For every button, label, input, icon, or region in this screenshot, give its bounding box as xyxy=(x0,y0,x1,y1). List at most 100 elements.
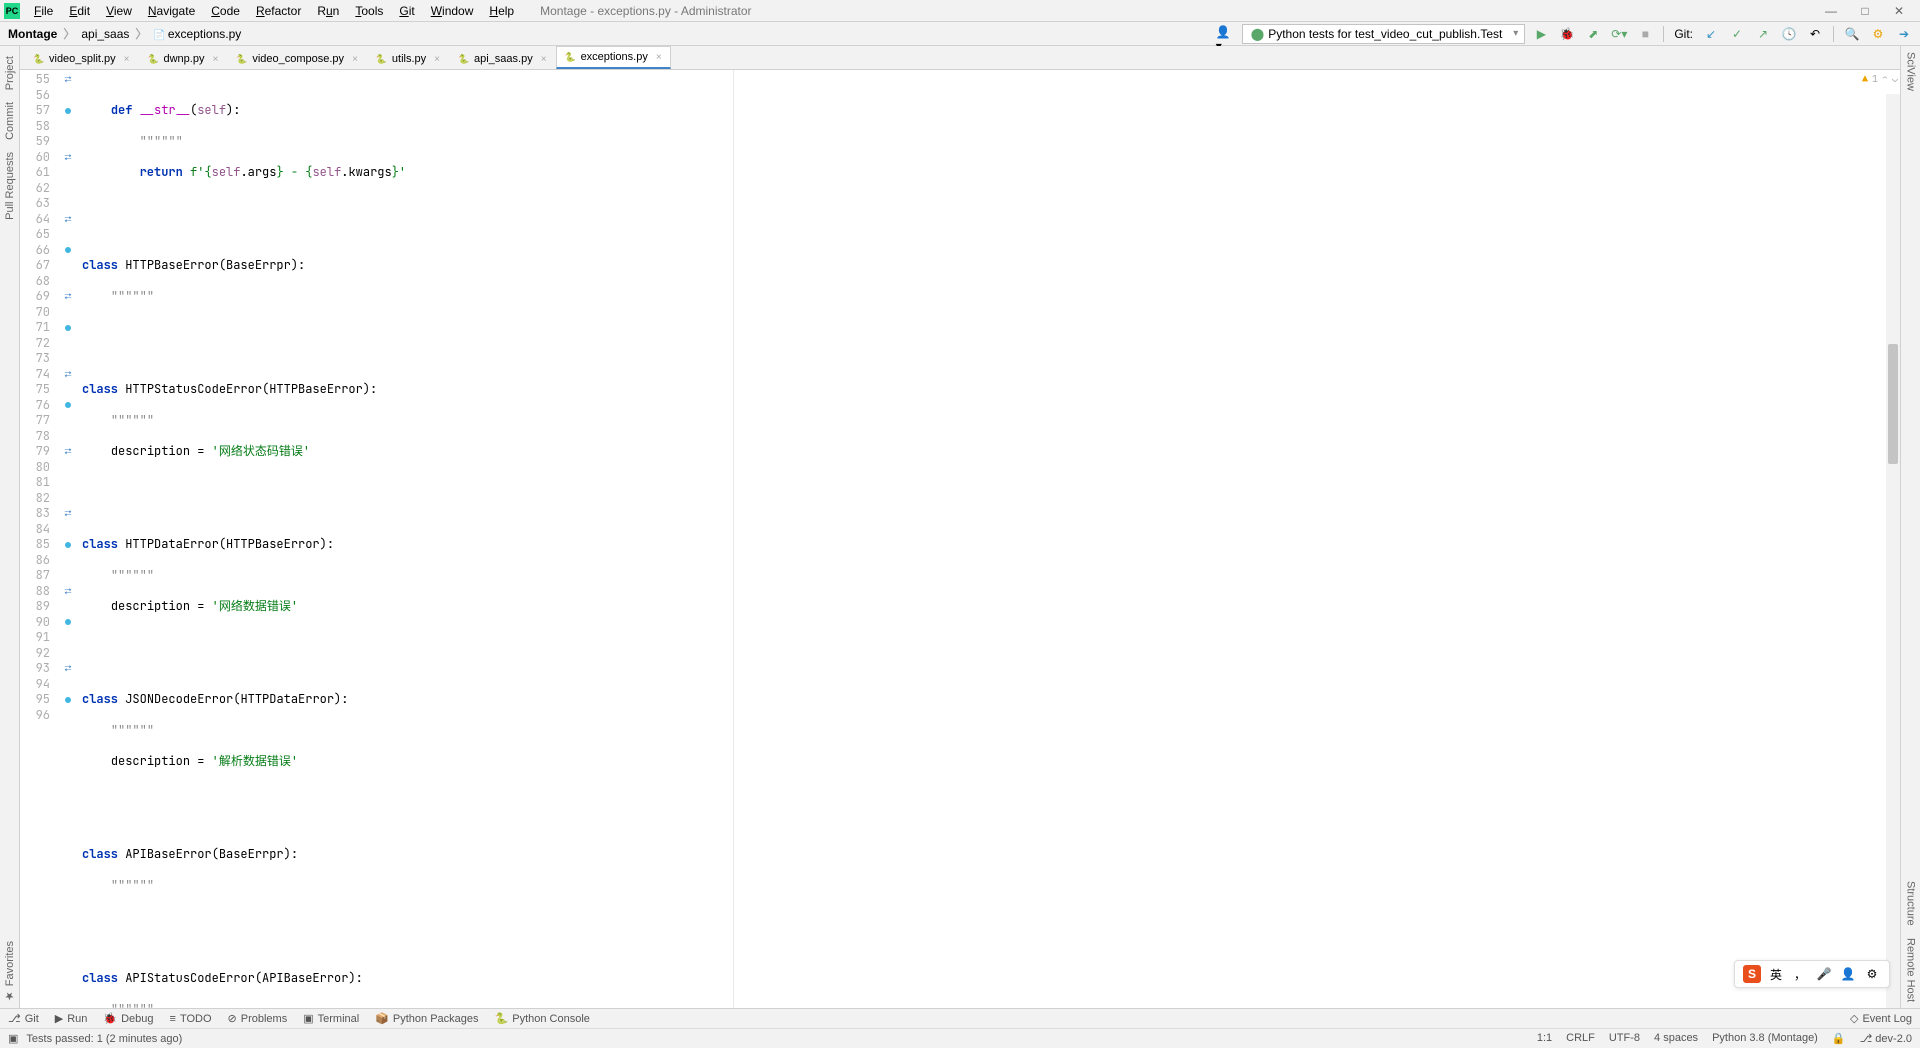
toolbar-separator xyxy=(1833,26,1834,42)
breadcrumb-sep: 〉 xyxy=(135,25,147,42)
python-file-icon xyxy=(33,53,45,65)
breadcrumb-file[interactable]: exceptions.py xyxy=(153,27,241,41)
profile-button[interactable]: ⟳▾ xyxy=(1611,26,1627,42)
event-log[interactable]: ◇ Event Log xyxy=(1850,1012,1912,1025)
toolbar-separator xyxy=(1663,26,1664,42)
ime-tools-icon[interactable]: ⚙ xyxy=(1863,965,1881,983)
menu-help[interactable]: Help xyxy=(483,2,520,20)
status-right: 1:1 CRLF UTF-8 4 spaces Python 3.8 (Mont… xyxy=(1537,1032,1912,1045)
menu-file[interactable]: File xyxy=(28,2,59,20)
toolwin-run[interactable]: ▶ Run xyxy=(55,1012,88,1025)
toolwin-problems[interactable]: ⊘ Problems xyxy=(228,1012,288,1025)
ime-sogou-icon[interactable]: S xyxy=(1743,965,1761,983)
tab-close-icon[interactable]: × xyxy=(434,54,440,65)
ime-user-icon[interactable]: 👤 xyxy=(1839,965,1857,983)
status-indent[interactable]: 4 spaces xyxy=(1654,1032,1698,1045)
menu-refactor[interactable]: Refactor xyxy=(250,2,307,20)
run-config-selector[interactable]: ⬤ Python tests for test_video_cut_publis… xyxy=(1242,24,1526,44)
menu-run[interactable]: Run xyxy=(311,2,345,20)
menu-code[interactable]: Code xyxy=(205,2,246,20)
status-bar: ▣ Tests passed: 1 (2 minutes ago) 1:1 CR… xyxy=(0,1028,1920,1048)
tab-exceptions[interactable]: exceptions.py× xyxy=(556,46,671,69)
rail-remote-host[interactable]: Remote Host xyxy=(1905,932,1917,1008)
app-icon: PC xyxy=(4,3,20,19)
navigation-bar: Montage 〉 api_saas 〉 exceptions.py 👤▾ ⬤ … xyxy=(0,22,1920,46)
toolwin-todo[interactable]: ≡ TODO xyxy=(170,1013,212,1025)
tab-video-compose[interactable]: video_compose.py× xyxy=(227,48,367,69)
vertical-scrollbar[interactable] xyxy=(1886,94,1900,1008)
search-everywhere-icon[interactable]: 🔍 xyxy=(1844,26,1860,42)
git-commit-icon[interactable]: ✓ xyxy=(1729,26,1745,42)
ide-settings-icon[interactable]: ⚙ xyxy=(1870,26,1886,42)
menu-view[interactable]: View xyxy=(100,2,138,20)
line-gutter: 5556575859606162636465666768697071727374… xyxy=(20,70,58,1008)
toolwin-git[interactable]: ⎇ Git xyxy=(8,1012,39,1025)
breadcrumb-sep: 〉 xyxy=(63,25,75,42)
status-interpreter[interactable]: Python 3.8 (Montage) xyxy=(1712,1032,1818,1045)
toolwin-console[interactable]: 🐍 Python Console xyxy=(495,1012,590,1025)
rail-structure[interactable]: Structure xyxy=(1905,875,1917,932)
menu-edit[interactable]: Edit xyxy=(63,2,96,20)
main-menu: File Edit View Navigate Code Refactor Ru… xyxy=(28,2,520,20)
coverage-button[interactable]: ⬈ xyxy=(1585,26,1601,42)
tab-close-icon[interactable]: × xyxy=(541,54,547,65)
status-encoding[interactable]: UTF-8 xyxy=(1609,1032,1640,1045)
rail-commit[interactable]: Commit xyxy=(4,96,16,146)
editor-tabs: video_split.py× dwnp.py× video_compose.p… xyxy=(20,46,1900,70)
rail-pull-requests[interactable]: Pull Requests xyxy=(4,146,16,226)
toolwin-terminal[interactable]: ▣ Terminal xyxy=(303,1012,359,1025)
ime-toolbar[interactable]: S 英 ， 🎤 👤 ⚙ xyxy=(1734,960,1890,988)
minimize-button[interactable]: — xyxy=(1824,4,1838,18)
breadcrumb: Montage 〉 api_saas 〉 exceptions.py xyxy=(8,25,241,42)
ime-mic-icon[interactable]: 🎤 xyxy=(1815,965,1833,983)
toolwin-packages[interactable]: 📦 Python Packages xyxy=(375,1012,478,1025)
ide-update-icon[interactable]: ➔ xyxy=(1896,26,1912,42)
menu-tools[interactable]: Tools xyxy=(349,2,389,20)
maximize-button[interactable]: □ xyxy=(1858,4,1872,18)
debug-button[interactable]: 🐞 xyxy=(1559,26,1575,42)
git-update-icon[interactable]: ↙ xyxy=(1703,26,1719,42)
run-button[interactable]: ▶ xyxy=(1533,26,1549,42)
status-branch[interactable]: ⎇ dev-2.0 xyxy=(1860,1032,1912,1045)
menu-git[interactable]: Git xyxy=(393,2,420,20)
tab-dwnp[interactable]: dwnp.py× xyxy=(139,48,228,69)
rail-project[interactable]: Project xyxy=(4,50,16,96)
breadcrumb-folder[interactable]: api_saas xyxy=(81,27,129,41)
window-controls: — □ ✕ xyxy=(1824,4,1916,18)
status-tool-icon[interactable]: ▣ xyxy=(8,1032,18,1045)
status-lock-icon[interactable]: 🔒 xyxy=(1832,1032,1846,1045)
git-rollback-icon[interactable]: ↶ xyxy=(1807,26,1823,42)
tab-close-icon[interactable]: × xyxy=(124,54,130,65)
tab-video-split[interactable]: video_split.py× xyxy=(24,48,139,69)
git-push-icon[interactable]: ↗ xyxy=(1755,26,1771,42)
tab-api-saas[interactable]: api_saas.py× xyxy=(449,48,556,69)
tab-close-icon[interactable]: × xyxy=(656,52,662,63)
code-content[interactable]: def __str__(self): """""" return f'{self… xyxy=(78,70,1900,1008)
user-icon[interactable]: 👤▾ xyxy=(1216,25,1234,43)
status-position[interactable]: 1:1 xyxy=(1537,1032,1552,1045)
menu-window[interactable]: Window xyxy=(425,2,480,20)
ime-lang-label[interactable]: 英 xyxy=(1767,965,1785,983)
scrollbar-thumb[interactable] xyxy=(1888,344,1898,464)
rail-sciview[interactable]: SciView xyxy=(1905,46,1917,97)
ime-punct-icon[interactable]: ， xyxy=(1791,965,1809,983)
editor-area: video_split.py× dwnp.py× video_compose.p… xyxy=(20,46,1900,1008)
status-message: Tests passed: 1 (2 minutes ago) xyxy=(26,1033,182,1045)
git-history-icon[interactable]: 🕓 xyxy=(1781,26,1797,42)
code-editor[interactable]: ▲ 1 ⌃ ⌄ 55565758596061626364656667686970… xyxy=(20,70,1900,1008)
title-bar: PC File Edit View Navigate Code Refactor… xyxy=(0,0,1920,22)
status-line-ending[interactable]: CRLF xyxy=(1566,1032,1595,1045)
breadcrumb-root[interactable]: Montage xyxy=(8,27,57,41)
tab-utils[interactable]: utils.py× xyxy=(367,48,449,69)
rail-favorites[interactable]: ★ Favorites xyxy=(3,935,16,1008)
close-button[interactable]: ✕ xyxy=(1892,4,1906,18)
menu-navigate[interactable]: Navigate xyxy=(142,2,201,20)
run-config-label: Python tests for test_video_cut_publish.… xyxy=(1268,27,1502,41)
toolwin-debug[interactable]: 🐞 Debug xyxy=(103,1012,153,1025)
tab-close-icon[interactable]: × xyxy=(352,54,358,65)
stop-button[interactable]: ■ xyxy=(1637,26,1653,42)
python-file-icon xyxy=(458,53,470,65)
python-file-icon xyxy=(565,51,577,63)
tab-close-icon[interactable]: × xyxy=(212,54,218,65)
gutter-marks: ⮂⮂⮂⮂⮂⮂⮂⮂⮂ xyxy=(58,70,78,1008)
